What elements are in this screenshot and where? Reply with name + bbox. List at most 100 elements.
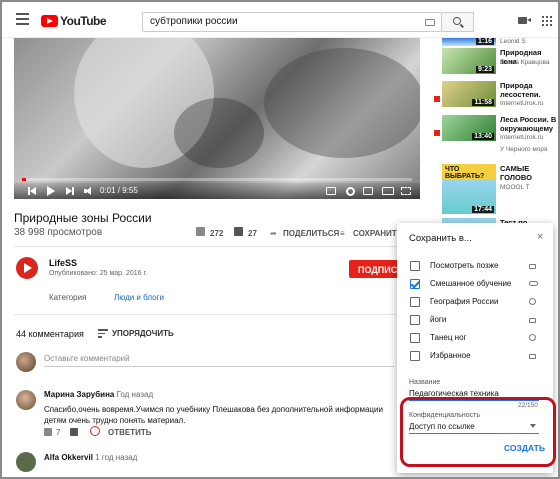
subtitles-icon[interactable] — [326, 187, 336, 195]
view-count: 38 998 просмотров — [14, 227, 103, 238]
video-thumbnail[interactable]: 11:58 — [442, 81, 496, 107]
divider — [14, 246, 420, 247]
keyboard-icon[interactable] — [425, 19, 435, 26]
globe-icon — [529, 298, 536, 305]
comment-age: 1 год назад — [95, 453, 138, 462]
playlist-label: Посмотреть позже — [430, 261, 499, 270]
video-title-link[interactable]: Природа лесостепи. Видеоурок по — [500, 81, 558, 99]
related-video-item[interactable]: 11:58 Природа лесостепи. Видеоурок по In… — [432, 81, 558, 107]
screenshot-frame: YouTube субтропики россии 0:01 / 9:55 Пр… — [0, 0, 560, 479]
channel-name[interactable]: LifeSS — [49, 258, 77, 268]
dislike-icon[interactable] — [234, 227, 243, 236]
menu-icon[interactable] — [16, 13, 29, 25]
video-title-link[interactable]: САМЫЕ ГОЛОВО — [500, 164, 558, 182]
comment-author-name[interactable]: Марина Зарубина — [44, 390, 114, 399]
sort-button[interactable]: УПОРЯДОЧИТЬ — [112, 329, 174, 338]
playlist-option[interactable]: йоги — [410, 314, 550, 328]
related-video-item[interactable]: 9:23 Природная зона Елена Кравцова — [432, 48, 558, 74]
video-duration: 11:58 — [472, 99, 494, 106]
category-label: Категория — [49, 293, 87, 302]
name-field-label: Название — [409, 379, 441, 386]
comment-author[interactable]: Марина Зарубина Год назад — [44, 390, 153, 399]
create-video-icon[interactable] — [518, 17, 531, 24]
annotation-highlight — [400, 397, 556, 467]
video-frame-shape — [174, 98, 264, 168]
user-avatar — [16, 352, 36, 372]
video-title-link[interactable]: Леса России. В окружающему — [500, 115, 558, 133]
top-bar: YouTube субтропики россии — [2, 2, 558, 38]
comment-author[interactable]: Alfa Okkervil 1 год назад — [44, 453, 137, 462]
related-video-item[interactable]: ЧТО ВЫБРАТЬ? 17:44 САМЫЕ ГОЛОВО MOOOL T — [432, 164, 558, 214]
commenter-avatar[interactable] — [16, 452, 36, 472]
playlist-option[interactable]: Танец ног — [410, 332, 550, 346]
video-thumbnail[interactable]: 13:40 — [442, 115, 496, 141]
add-comment-input[interactable]: Оставьте комментарий — [44, 354, 130, 363]
video-thumbnail[interactable]: 9:23 — [442, 48, 496, 74]
close-icon[interactable]: × — [537, 231, 543, 243]
progress-bar[interactable] — [22, 178, 412, 181]
dislike-count: 27 — [248, 229, 257, 238]
theater-mode-icon[interactable] — [382, 187, 394, 195]
logo-text: YouTube — [60, 14, 107, 28]
video-duration: 9:23 — [475, 66, 494, 73]
globe-icon — [529, 334, 536, 341]
related-video-item[interactable]: 13:40 Леса России. В окружающему Interne… — [432, 115, 558, 141]
fullscreen-icon[interactable] — [401, 187, 411, 195]
save-icon[interactable]: ≡ — [340, 229, 345, 238]
video-channel: InternetUrok.ru — [500, 134, 544, 141]
search-icon — [453, 17, 461, 25]
checkbox[interactable] — [410, 315, 420, 325]
next-icon[interactable] — [66, 186, 74, 196]
search-input[interactable]: субтропики россии — [142, 12, 442, 32]
comment-like-icon[interactable] — [44, 428, 52, 436]
channel-avatar[interactable] — [16, 257, 38, 279]
playlist-option[interactable]: Избранное — [410, 350, 550, 364]
checkbox[interactable] — [410, 261, 420, 271]
video-player[interactable]: 0:01 / 9:55 — [14, 38, 420, 199]
video-title-link[interactable]: У Черного моря — [500, 145, 558, 154]
share-icon[interactable]: ➦ — [270, 229, 277, 238]
playlist-label: Избранное — [430, 351, 471, 360]
apps-icon[interactable] — [542, 16, 552, 26]
settings-icon[interactable] — [346, 187, 355, 196]
like-icon[interactable] — [196, 227, 205, 236]
youtube-logo[interactable]: YouTube — [41, 14, 107, 28]
miniplayer-icon[interactable] — [363, 187, 373, 195]
volume-icon[interactable] — [84, 186, 94, 196]
like-count: 272 — [210, 229, 224, 238]
share-button[interactable]: ПОДЕЛИТЬСЯ — [283, 229, 339, 238]
comment-dislike-icon[interactable] — [70, 428, 78, 436]
previous-icon[interactable] — [28, 186, 36, 196]
player-controls: 0:01 / 9:55 — [14, 183, 420, 199]
playlist-option[interactable]: Смешанное обучение — [410, 278, 550, 292]
playlist-label: йоги — [430, 315, 447, 324]
play-icon[interactable] — [47, 186, 55, 196]
video-channel: InternetUrok.ru — [500, 100, 544, 107]
checkbox[interactable] — [410, 297, 420, 307]
sort-icon[interactable] — [98, 329, 108, 338]
playlist-option[interactable]: Посмотреть позже — [410, 260, 550, 274]
video-frame-shape — [264, 48, 420, 158]
search-button[interactable] — [442, 12, 474, 32]
checkbox[interactable] — [410, 333, 420, 343]
link-icon — [529, 281, 538, 286]
video-thumbnail[interactable]: 1:16 — [442, 38, 496, 46]
video-thumbnail[interactable]: ЧТО ВЫБРАТЬ? 17:44 — [442, 164, 496, 214]
save-button[interactable]: СОХРАНИТЬ — [353, 229, 402, 238]
checkbox[interactable] — [410, 351, 420, 361]
commenter-avatar[interactable] — [16, 390, 36, 410]
playlist-option[interactable]: География России — [410, 296, 550, 310]
lock-icon — [529, 354, 536, 359]
comment-author-name[interactable]: Alfa Okkervil — [44, 453, 93, 462]
creator-heart-icon — [90, 426, 100, 436]
video-channel: MOOOL T — [500, 184, 530, 191]
checkbox-checked[interactable] — [410, 279, 420, 289]
red-marker — [434, 130, 440, 136]
playlist-label: Танец ног — [430, 333, 467, 342]
comment-age: Год назад — [116, 390, 154, 399]
progress-fill — [22, 178, 26, 181]
category-link[interactable]: Люди и блоги — [114, 293, 164, 302]
comment-text: Спасибо,очень вовремя.Учимся по учебнику… — [44, 405, 383, 425]
video-duration: 17:44 — [472, 206, 494, 213]
reply-button[interactable]: ОТВЕТИТЬ — [108, 428, 152, 437]
